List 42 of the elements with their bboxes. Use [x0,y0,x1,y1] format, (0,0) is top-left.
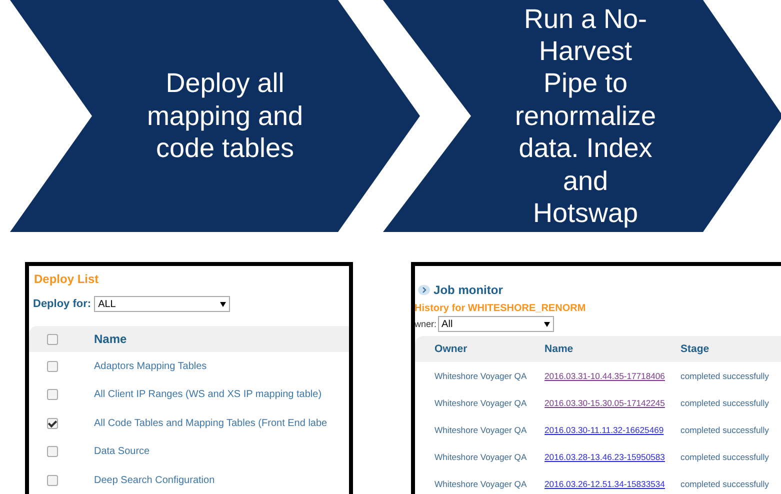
job-link[interactable]: 2016.03.31-10.44.35-17718406 [544,370,681,380]
chevron-icon [418,285,430,295]
column-header: Name [544,343,574,355]
column-header: Stage [680,343,710,355]
caret-icon [544,322,550,326]
row-checkbox[interactable] [47,474,58,486]
filter-label: wner: [414,319,437,329]
panel-title: Deploy List [33,271,100,288]
panel-title: Job monitor [434,283,503,297]
step-text: Run a No-Harvest Pipe to renormalize data. Index and Hotswap [514,2,658,230]
step-text: Deploy all mapping and code tables [146,67,304,165]
table-cell-text: Whiteshore Voyager QA [434,452,528,462]
table-cell-text: completed successfully [680,478,770,488]
column-header: Owner [434,343,468,355]
job-link[interactable]: 2016.03.30-15.30.05-17142245 [544,398,681,408]
deploy-for-select[interactable]: ALL [94,296,230,312]
table-cell: Data Source [94,446,150,458]
table-cell: All Client IP Ranges (WS and XS IP mapping table) [94,389,322,400]
table-cell: All Code Tables and Mapping Tables (Front End labe [94,418,328,429]
row-checkbox[interactable] [47,446,58,458]
history-title: History for WHITESHORE_RENORM [414,302,587,314]
job-link[interactable]: 2016.03.30-11.11.32-16625469 [544,424,681,434]
table-cell-text: completed successfully [680,452,770,462]
job-link[interactable]: 2016.03.26-12.51.34-15833534 [544,478,681,488]
row-checkbox[interactable] [47,389,58,400]
column-header: Name [94,332,127,346]
table-cell-text: Whiteshore Voyager QA [434,398,528,408]
table-cell: Deep Search Configuration [94,474,215,486]
table-cell-text: Whiteshore Voyager QA [434,424,528,434]
select-all-checkbox[interactable] [47,334,58,344]
table-cell-text: completed successfully [680,424,770,434]
table-cell-text: Whiteshore Voyager QA [434,370,528,380]
owner-select[interactable]: All [438,316,554,332]
job-link[interactable]: 2016.03.28-13.46.23-15950583 [544,452,681,462]
row-checkbox[interactable] [47,360,58,372]
filter-label: Deploy for: [33,298,92,310]
caret-icon [220,302,226,306]
table-cell-text: Whiteshore Voyager QA [434,478,528,488]
table-cell-text: completed successfully [680,398,770,408]
row-checkbox[interactable] [47,418,58,429]
table-cell: Adaptors Mapping Tables [94,360,207,372]
table-cell-text: completed successfully [680,370,770,380]
